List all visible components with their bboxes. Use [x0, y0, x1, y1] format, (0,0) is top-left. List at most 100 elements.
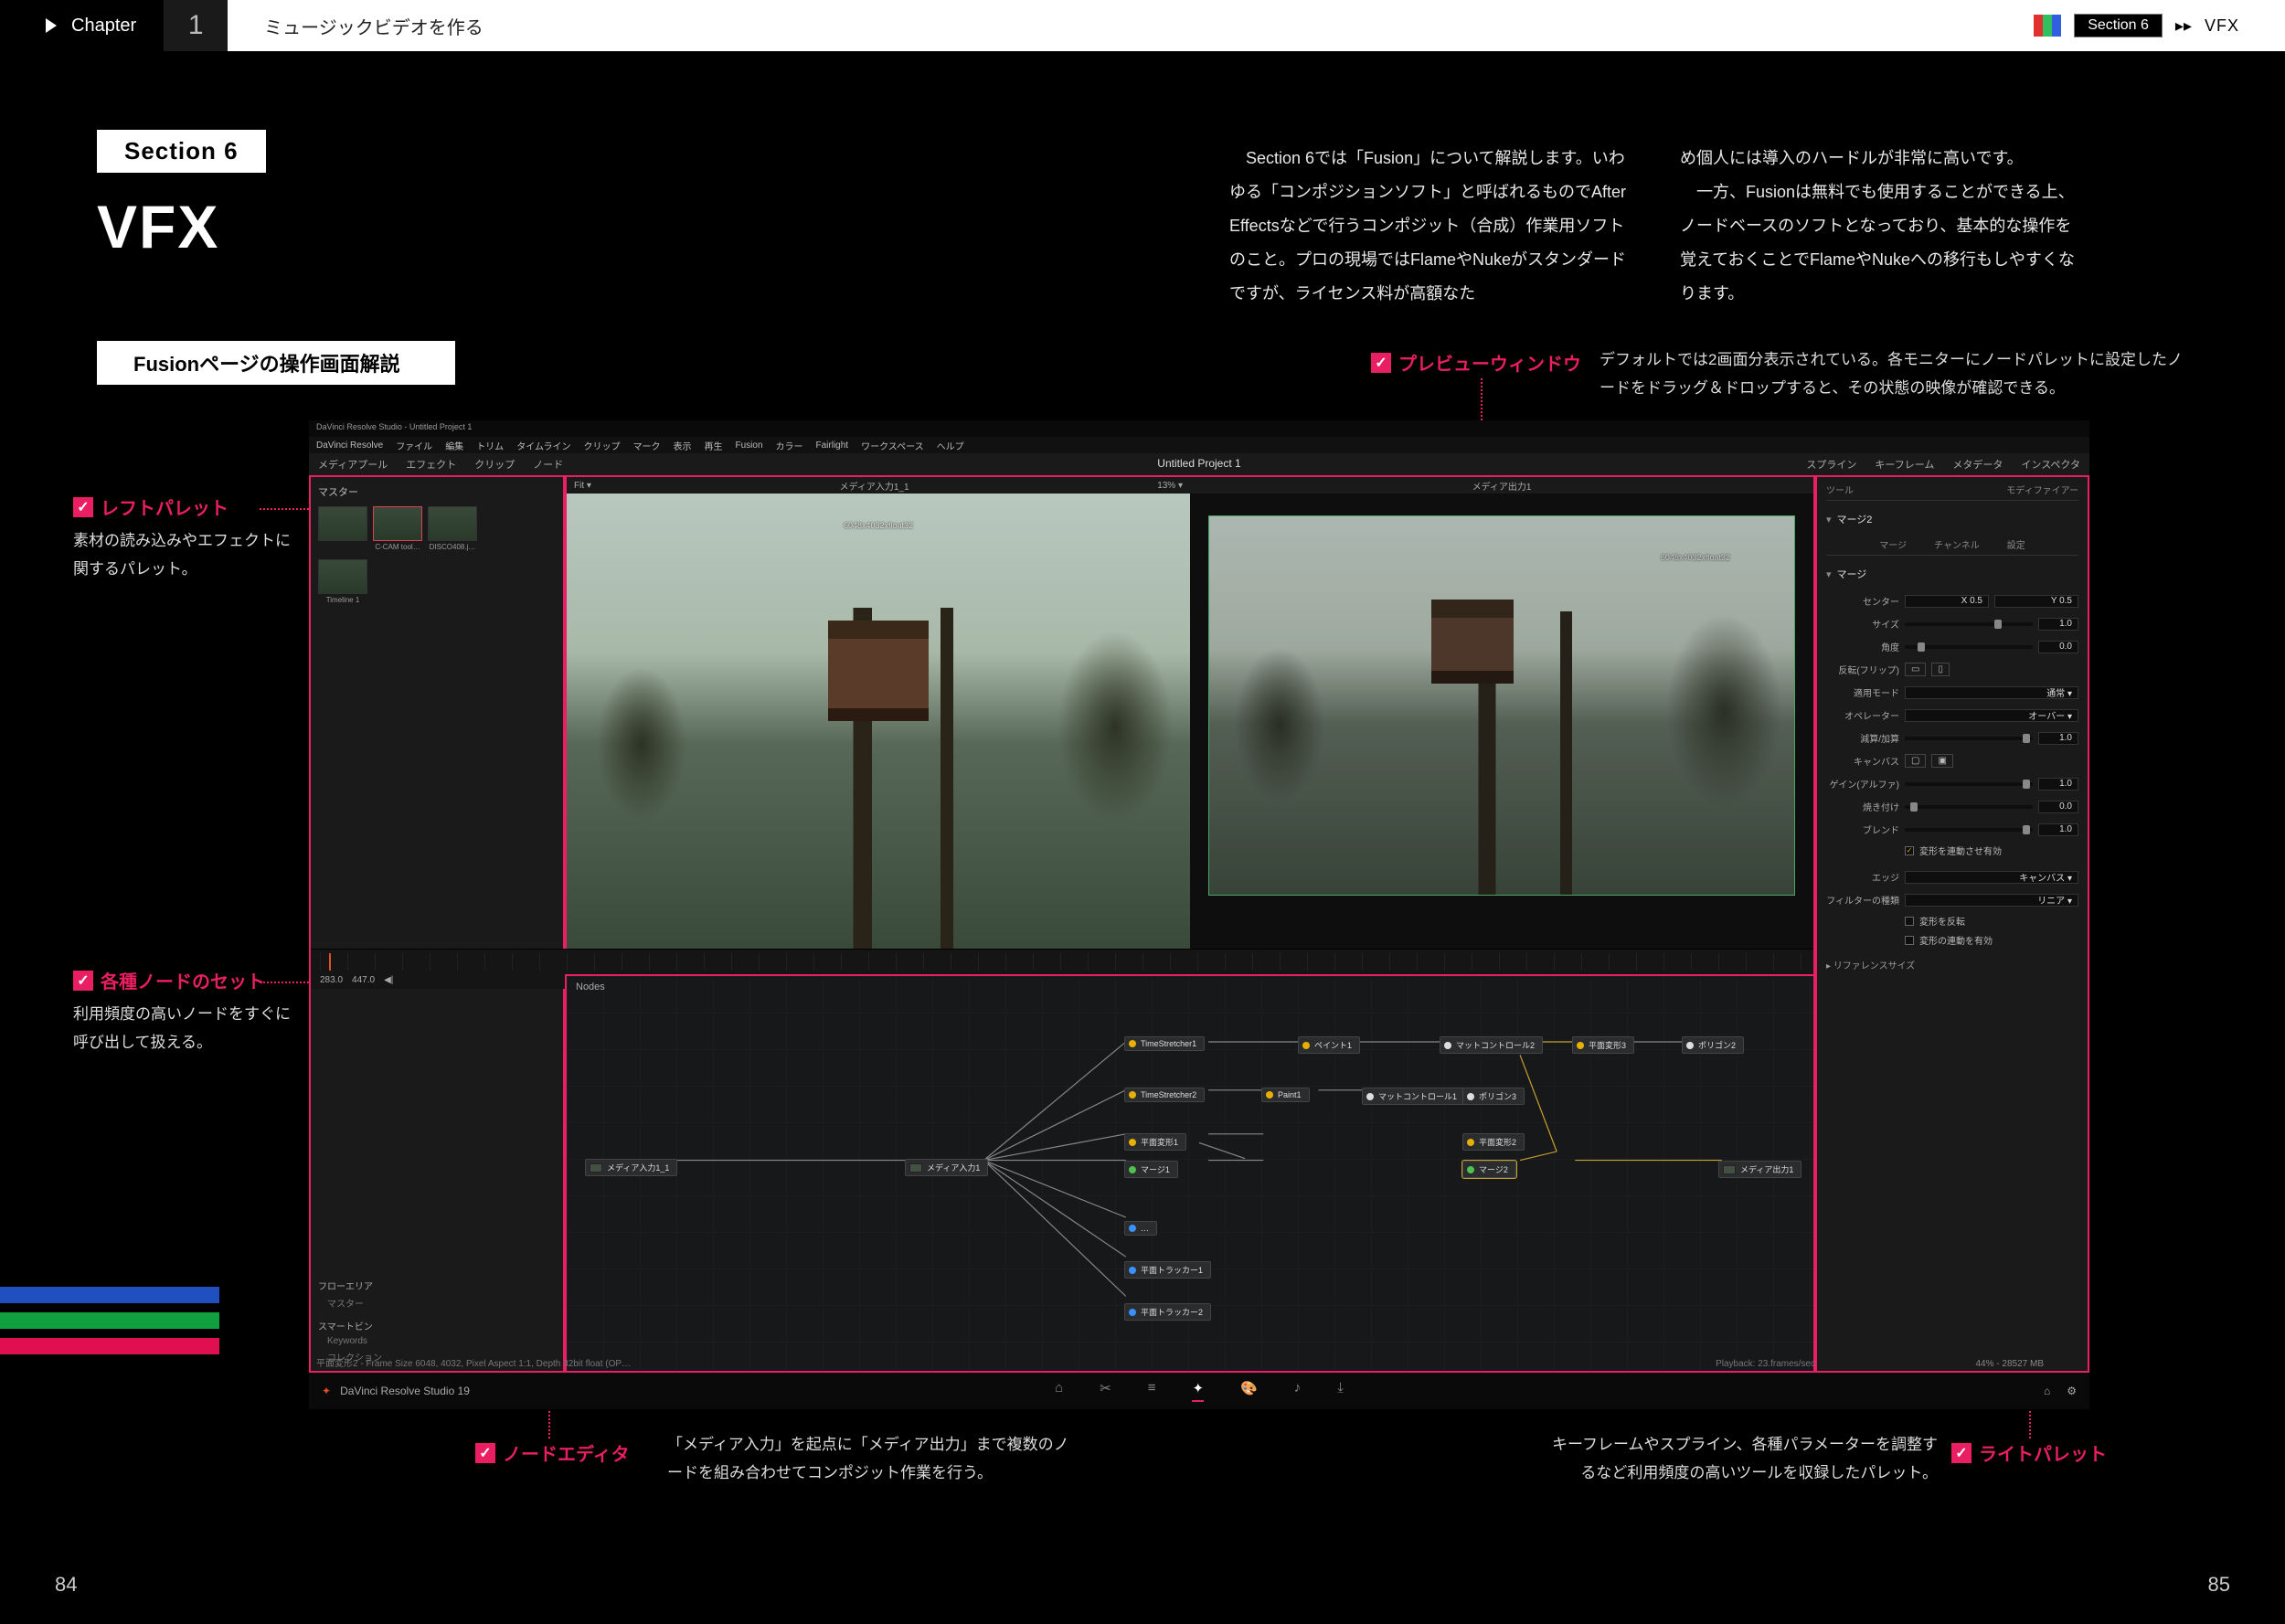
ws-tab[interactable]: ノード — [533, 457, 563, 472]
ws-tab[interactable]: メディアプール — [318, 457, 388, 472]
node-paint2[interactable]: Paint1 — [1261, 1088, 1310, 1102]
node-merge1[interactable]: マージ1 — [1124, 1161, 1178, 1178]
viewer-image-right[interactable]: 6048x4032xfloat32 — [1208, 515, 1795, 896]
page-deliver-icon[interactable]: ⤓ — [1337, 1380, 1344, 1402]
node-poly2[interactable]: ポリゴン2 — [1682, 1036, 1744, 1054]
node-paint1[interactable]: ペイント1 — [1298, 1036, 1360, 1054]
fit-dropdown[interactable]: Fit ▾ — [574, 481, 591, 491]
page-color-icon[interactable]: 🎨 — [1240, 1380, 1258, 1402]
size-slider[interactable] — [1905, 622, 2033, 626]
clip-thumb[interactable]: C-CAM tool… — [373, 506, 422, 541]
inspector-palette[interactable]: ツール モディファイアー マージ2 マージ チャンネル 設定 マージ センター … — [1815, 475, 2089, 1373]
node-mediain1[interactable]: メディア入力1 — [905, 1159, 988, 1176]
node-mc2[interactable]: マットコントロール2 — [1440, 1036, 1543, 1054]
gain-value[interactable]: 1.0 — [2038, 778, 2078, 791]
inspector-subtab[interactable]: チャンネル — [1934, 537, 1980, 551]
playhead-icon[interactable] — [329, 953, 331, 971]
node-ptrk2[interactable]: 平面トラッカー2 — [1124, 1303, 1211, 1321]
node-merge2[interactable]: マージ2 — [1462, 1161, 1516, 1178]
filter-select[interactable]: リニア ▾ — [1905, 894, 2078, 907]
blend-slider[interactable] — [1905, 828, 2033, 832]
gain-slider[interactable] — [1905, 782, 2033, 786]
angle-slider[interactable] — [1905, 645, 2033, 649]
checkbox[interactable]: ✓ — [1905, 846, 1914, 855]
burn-value[interactable]: 0.0 — [2038, 801, 2078, 813]
node-sub[interactable]: … — [1124, 1221, 1157, 1236]
zoom-pct[interactable]: 13% ▾ — [1157, 481, 1183, 491]
node-mediaout[interactable]: メディア出力1 — [1718, 1161, 1801, 1178]
ws-tab[interactable]: クリップ — [474, 457, 515, 472]
menu-item[interactable]: Fairlight — [816, 440, 849, 451]
menu-item[interactable]: DaVinci Resolve — [316, 440, 383, 451]
size-value[interactable]: 1.0 — [2038, 618, 2078, 631]
menu-item[interactable]: 表示 — [674, 439, 692, 452]
inspector-node-name[interactable]: マージ2 — [1826, 512, 2078, 526]
page-cut-icon[interactable]: ✂ — [1100, 1380, 1111, 1402]
edge-select[interactable]: キャンバス ▾ — [1905, 871, 2078, 884]
menubar[interactable]: DaVinci Resolve ファイル 編集 トリム タイムライン クリップ … — [309, 437, 2089, 453]
inspector-group[interactable]: マージ — [1826, 567, 2078, 581]
angle-value[interactable]: 0.0 — [2038, 641, 2078, 653]
ws-tab[interactable]: メタデータ — [1952, 457, 2003, 472]
operator-select[interactable]: オーバー ▾ — [1905, 709, 2078, 722]
node-ptrk1[interactable]: 平面トラッカー1 — [1124, 1261, 1211, 1279]
canvas-b-icon[interactable]: ▣ — [1931, 754, 1952, 768]
page-media-icon[interactable]: ⌂ — [1055, 1380, 1063, 1402]
menu-item[interactable]: Fusion — [736, 440, 763, 451]
menu-item[interactable]: タイムライン — [516, 439, 570, 452]
center-x-input[interactable]: X 0.5 — [1905, 595, 1989, 608]
ws-tab[interactable]: エフェクト — [406, 457, 456, 472]
menu-item[interactable]: ワークスペース — [861, 439, 924, 452]
ws-tab[interactable]: キーフレーム — [1875, 457, 1934, 472]
burn-slider[interactable] — [1905, 805, 2033, 809]
clip-thumb[interactable]: DISCO408.j… — [428, 506, 477, 541]
node-poly3[interactable]: ポリゴン3 — [1462, 1088, 1525, 1105]
page-fairlight-icon[interactable]: ♪ — [1294, 1380, 1302, 1402]
menu-item[interactable]: クリップ — [584, 439, 621, 452]
apply-mode-select[interactable]: 通常 ▾ — [1905, 686, 2078, 699]
node-xf1[interactable]: 平面変形1 — [1124, 1133, 1186, 1151]
gear-icon[interactable]: ⚙ — [2067, 1385, 2077, 1397]
time-ruler[interactable] — [320, 953, 1804, 971]
menu-item[interactable]: トリム — [476, 439, 504, 452]
inspector-tab-tool[interactable]: ツール — [1826, 483, 1854, 496]
node-mediain11[interactable]: メディア入力1_1 — [585, 1159, 677, 1176]
menu-item[interactable]: カラー — [776, 439, 803, 452]
inspector-subtab[interactable]: マージ — [1879, 537, 1907, 551]
flip-h-icon[interactable]: ▭ — [1905, 663, 1926, 676]
prev-keyframe-icon[interactable]: ◀| — [384, 975, 393, 985]
node-ts1[interactable]: TimeStretcher1 — [1124, 1036, 1205, 1051]
checkbox[interactable] — [1905, 936, 1914, 945]
canvas-a-icon[interactable]: ▢ — [1905, 754, 1926, 768]
flip-v-icon[interactable]: ▯ — [1931, 663, 1950, 676]
center-y-input[interactable]: Y 0.5 — [1994, 595, 2078, 608]
inspector-subtab[interactable]: 設定 — [2007, 537, 2025, 551]
ws-tab[interactable]: スプライン — [1806, 457, 1856, 472]
refsize-group[interactable]: ▸ リファレンスサイズ — [1826, 958, 2078, 971]
clip-thumb[interactable]: Timeline 1 — [318, 559, 367, 594]
viewer-image-left[interactable]: 6048x4032xfloat32 — [567, 494, 1190, 949]
node-ts2[interactable]: TimeStretcher2 — [1124, 1088, 1205, 1102]
left-palette[interactable]: マスター C-CAM tool… DISCO408.j… Timeline 1 … — [309, 475, 565, 1373]
preview-window[interactable]: Fit ▾ メディア入力1_1 13% ▾ 6048x4032xfloat32 … — [565, 475, 1815, 950]
menu-item[interactable]: 編集 — [445, 439, 463, 452]
subadd-value[interactable]: 1.0 — [2038, 732, 2078, 745]
checkbox[interactable] — [1905, 917, 1914, 926]
home-icon[interactable]: ⌂ — [2044, 1385, 2050, 1397]
ws-tab[interactable]: インスペクタ — [2021, 457, 2080, 472]
subadd-slider[interactable] — [1905, 737, 2033, 740]
node-mc1[interactable]: マットコントロール1 — [1362, 1088, 1465, 1105]
node-xf2[interactable]: 平面変形2 — [1462, 1133, 1525, 1151]
page-edit-icon[interactable]: ≡ — [1148, 1380, 1156, 1402]
menu-item[interactable]: ファイル — [396, 439, 432, 452]
page-fusion-icon[interactable]: ✦ — [1193, 1380, 1205, 1402]
menu-item[interactable]: マーク — [633, 439, 661, 452]
menu-item[interactable]: ヘルプ — [937, 439, 964, 452]
flow-area-label[interactable]: フローエリア マスター — [318, 1279, 556, 1310]
blend-value[interactable]: 1.0 — [2038, 823, 2078, 836]
clip-thumb[interactable] — [318, 506, 367, 541]
node-xf3[interactable]: 平面変形3 — [1572, 1036, 1634, 1054]
inspector-tab-mod[interactable]: モディファイアー — [2006, 483, 2078, 496]
node-editor[interactable]: Nodes メ — [565, 974, 1815, 1373]
menu-item[interactable]: 再生 — [705, 439, 723, 452]
